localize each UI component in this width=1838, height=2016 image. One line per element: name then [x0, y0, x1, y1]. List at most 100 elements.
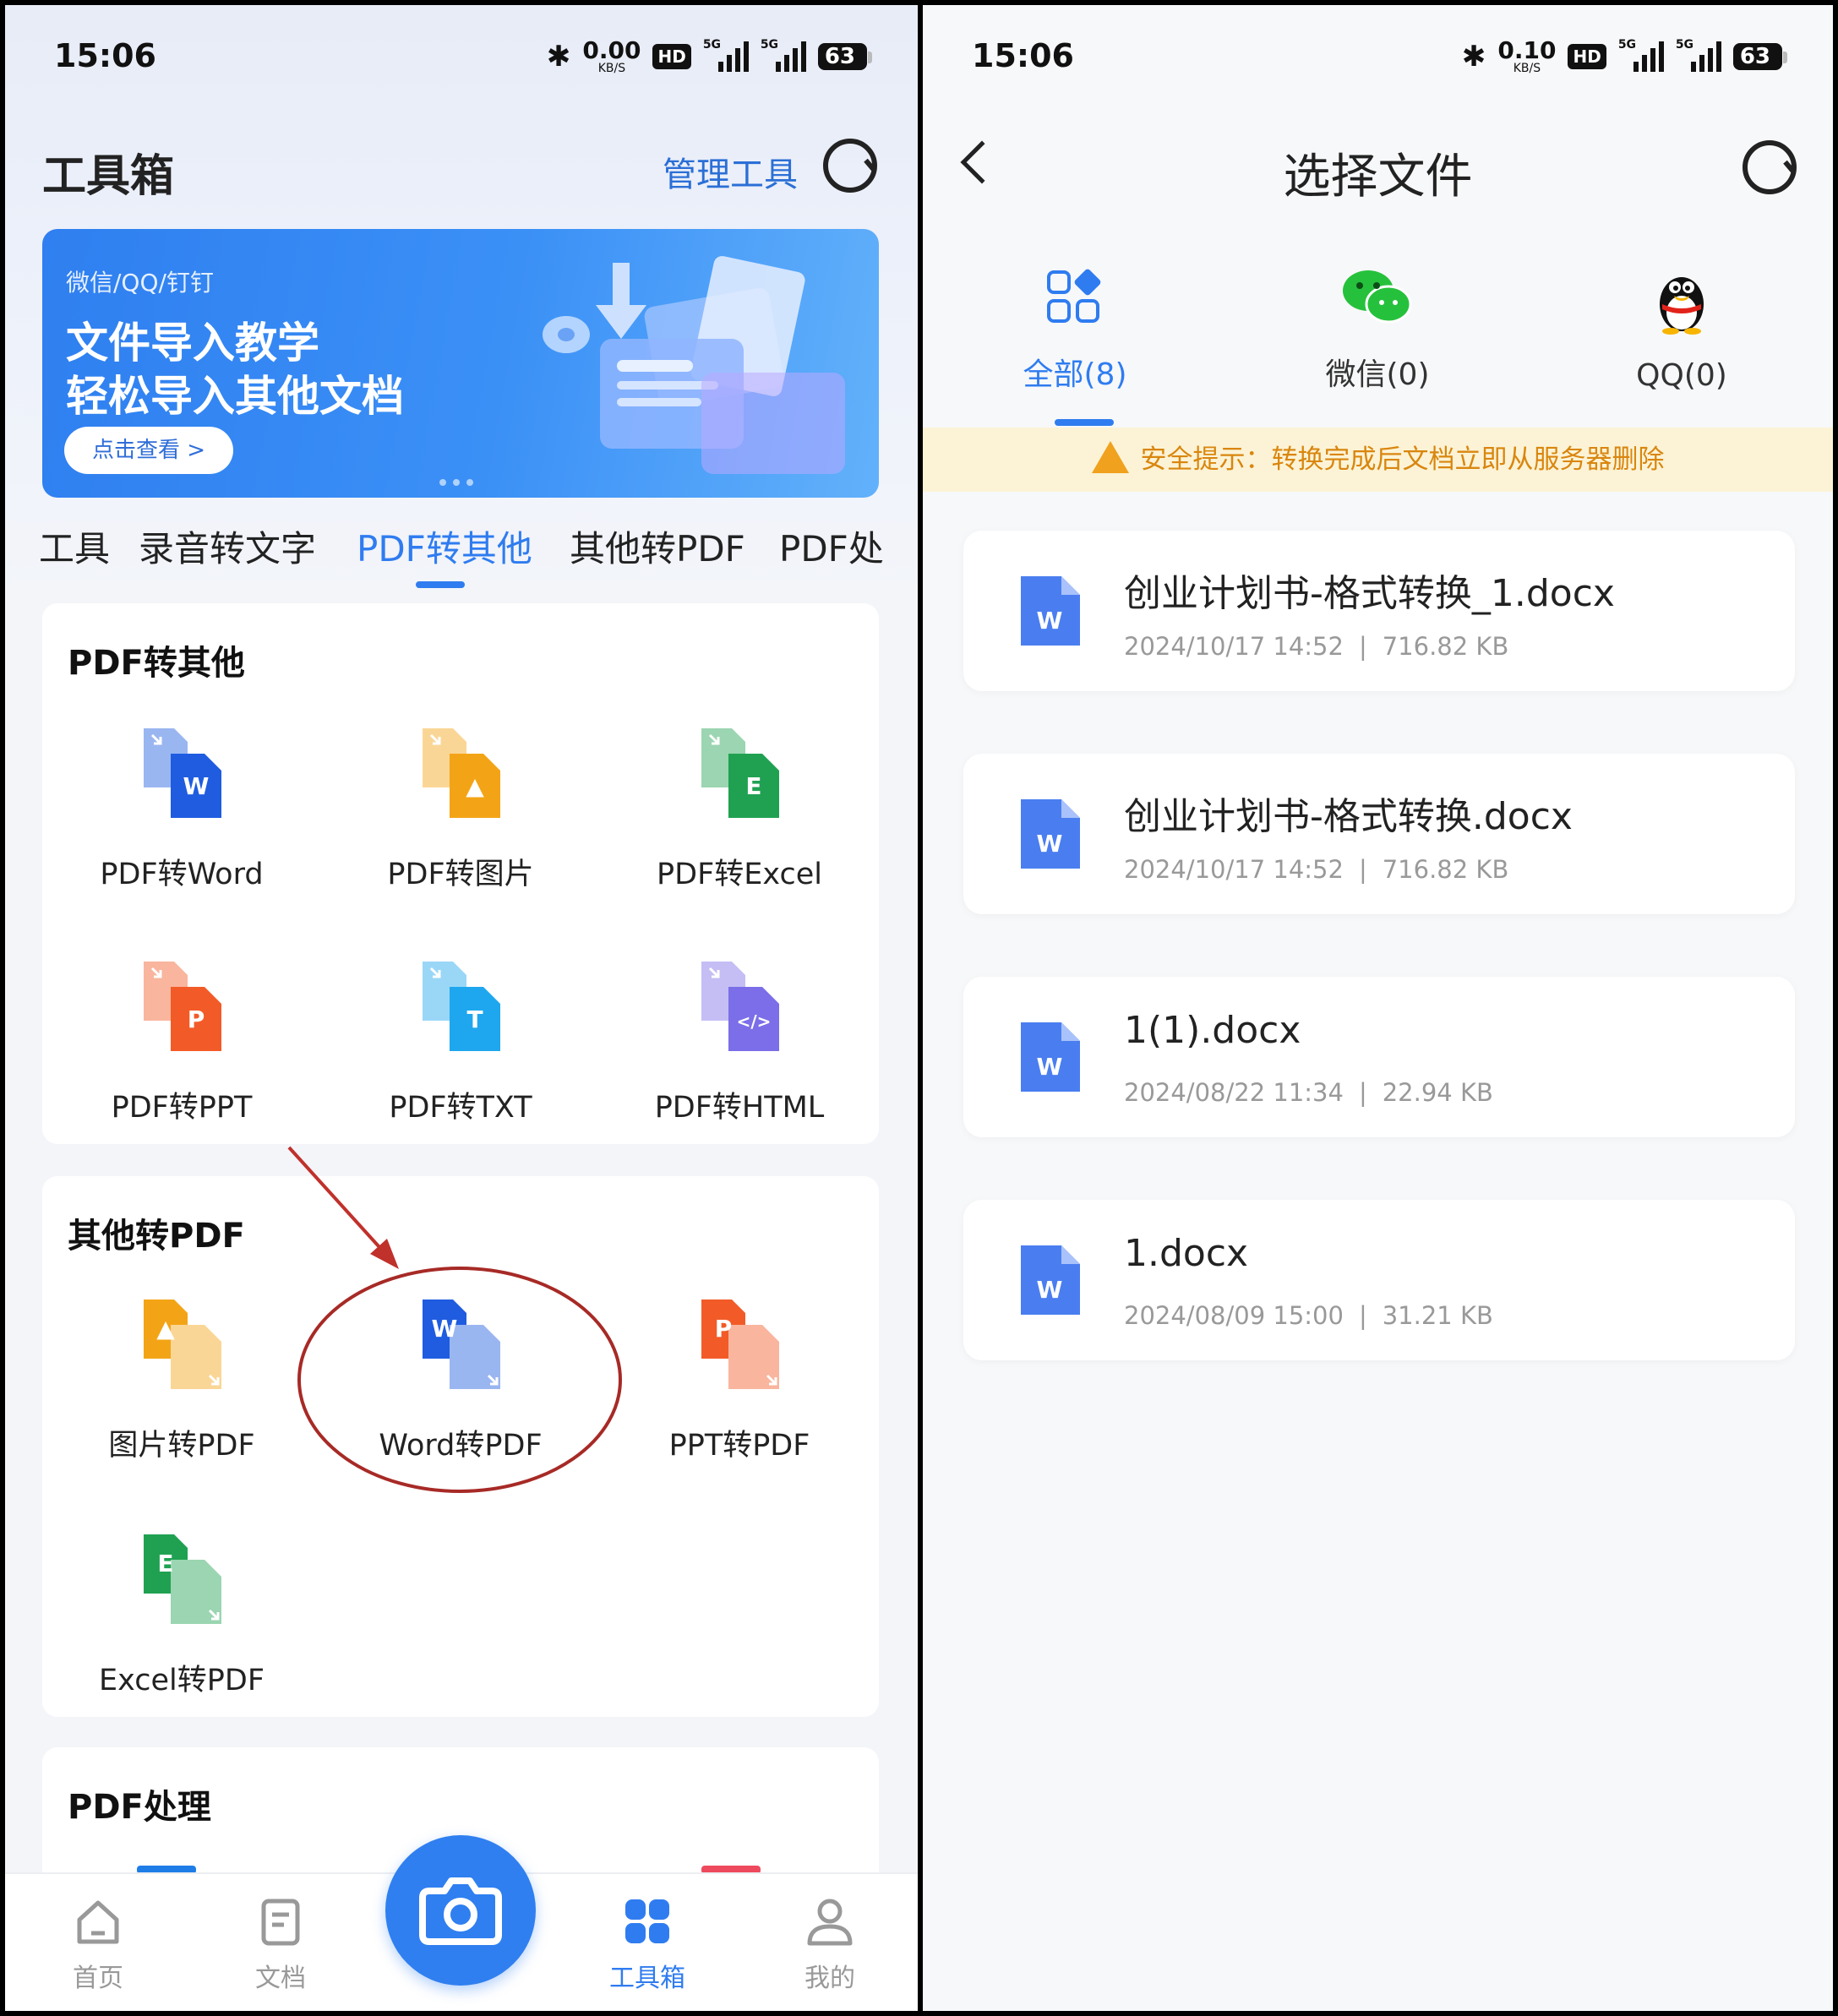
icon-badge: ▲ [466, 772, 484, 800]
icon-badge: W [183, 772, 210, 800]
page-title: 选择文件 [1283, 150, 1473, 204]
word-document-icon: W [1017, 1242, 1083, 1318]
bluetooth-icon: ✱ [546, 40, 571, 74]
source-tab-qq[interactable]: QQ(0) [1572, 267, 1792, 393]
pdf-to-html-icon-graphic: </> [701, 962, 779, 1051]
nav-documents[interactable]: 文档 [213, 1896, 348, 1994]
word-document-icon: W [1017, 573, 1083, 649]
tool-label: Excel转PDF [99, 1664, 265, 1697]
document-icon [261, 1899, 300, 1946]
tool-label: PDF转TXT [389, 1091, 532, 1125]
warning-icon [1091, 441, 1129, 473]
file-item[interactable]: W 1(1).docx 2024/08/22 11:34 | 22.94 KB [963, 977, 1795, 1137]
tab-label: 全部(8) [1023, 357, 1127, 392]
source-tab-wechat[interactable]: 微信(0) [1268, 267, 1487, 394]
manage-tools-link[interactable]: 管理工具 [663, 147, 798, 196]
wechat-icon [1343, 270, 1412, 324]
tab-other-to-pdf[interactable]: 其他转PDF [570, 520, 745, 572]
annotation-overlay [287, 1146, 622, 1493]
file-name: 创业计划书-格式转换.docx [1124, 795, 1573, 838]
tool-label: PDF转Excel [657, 858, 822, 891]
nav-label: 文档 [255, 1964, 306, 1993]
camera-button[interactable] [385, 1835, 536, 1986]
home-icon [77, 1900, 119, 1944]
file-item[interactable]: W 创业计划书-格式转换_1.docx 2024/10/17 14:52 | 716… [963, 531, 1795, 691]
word-document-icon: W [1017, 796, 1083, 872]
tool-label: PDF转PPT [111, 1091, 253, 1125]
signal-label: 5G [1675, 38, 1694, 52]
file-name: 1.docx [1124, 1232, 1249, 1275]
file-name: 1(1).docx [1124, 1009, 1301, 1052]
signal-label: 5G [1617, 38, 1637, 52]
nav-home[interactable]: 首页 [30, 1896, 166, 1994]
pdf-to-word-icon-graphic: W [144, 728, 221, 818]
pdf-to-html-icon: </> [695, 956, 788, 1058]
select-file-screen: 15:06 ✱ 0.10 KB/S HD 5G 5G 63 选择文件 全部(8) [923, 5, 1833, 2011]
tool-label: PDF转Word [100, 858, 264, 891]
tab-tools[interactable]: 工具 [39, 520, 110, 572]
word-document-icon: W [1017, 1019, 1083, 1095]
file-meta: 2024/08/09 15:00 | 31.21 KB [1124, 1301, 1493, 1330]
qq-penguin-icon [1660, 277, 1704, 335]
signal-icon: 5G [1617, 38, 1664, 72]
status-time: 15:06 [972, 37, 1074, 74]
category-tabs: 工具 录音转文字 PDF转其他 其他转PDF PDF处 [39, 520, 918, 588]
search-icon[interactable] [823, 139, 877, 193]
pdf-to-excel-icon: E [695, 723, 788, 825]
nav-toolbox[interactable]: 工具箱 [580, 1896, 715, 1994]
file-item[interactable]: W 1.docx 2024/08/09 15:00 | 31.21 KB [963, 1200, 1795, 1360]
tutorial-banner[interactable]: 微信/QQ/钉钉 文件导入教学 轻松导入其他文档 点击查看 > [42, 229, 879, 498]
network-speed: 0.00 KB/S [582, 39, 641, 75]
status-time: 15:06 [54, 37, 156, 74]
hd-badge: HD [1568, 44, 1606, 69]
icon-badge: </> [737, 1011, 772, 1032]
pdf-to-excel-icon-graphic: E [701, 728, 779, 818]
network-speed: 0.10 KB/S [1497, 39, 1556, 75]
doc-badge: W [1037, 1053, 1063, 1081]
file-meta: 2024/10/17 14:52 | 716.82 KB [1124, 855, 1508, 884]
signal-label: 5G [760, 38, 779, 52]
signal-icon: 5G [760, 38, 806, 72]
all-files-icon [1047, 269, 1101, 323]
pdf-to-word-icon: W [137, 723, 230, 825]
pdf-to-txt-icon-graphic: T [423, 962, 500, 1051]
battery-icon: 63 [817, 43, 873, 70]
search-icon[interactable] [1743, 140, 1797, 194]
file-date: 2024/08/09 15:00 [1124, 1301, 1344, 1330]
source-tab-all[interactable]: 全部(8) [965, 267, 1185, 394]
file-item[interactable]: W 创业计划书-格式转换.docx 2024/10/17 14:52 | 716.8… [963, 754, 1795, 914]
banner-subtitle: 微信/QQ/钉钉 [66, 269, 214, 297]
banner-title-line2: 轻松导入其他文档 [66, 372, 404, 421]
file-size: 22.94 KB [1382, 1078, 1493, 1107]
speed-unit: KB/S [1513, 62, 1541, 75]
tab-audio-to-text[interactable]: 录音转文字 [139, 520, 316, 572]
bluetooth-icon: ✱ [1461, 40, 1486, 74]
active-tab-indicator [1055, 419, 1114, 426]
banner-title-line1: 文件导入教学 [66, 319, 319, 368]
doc-badge: W [1037, 1276, 1063, 1304]
pdf-to-txt-icon: T [416, 956, 509, 1058]
file-size: 716.82 KB [1382, 632, 1509, 661]
tab-pdf-to-other[interactable]: PDF转其他 [357, 520, 532, 572]
tab-label: 微信(0) [1325, 357, 1430, 392]
pdf-to-ppt-icon: P [137, 956, 230, 1058]
doc-badge: W [1037, 607, 1063, 635]
nav-profile[interactable]: 我的 [762, 1896, 897, 1994]
word-doc-graphic: W [1021, 1245, 1080, 1315]
word-doc-graphic: W [1021, 576, 1080, 646]
annotation-arrow [287, 1146, 389, 1257]
tool-label: PDF转图片 [387, 858, 534, 891]
nav-label: 工具箱 [609, 1964, 685, 1993]
tool-label: PDF转HTML [654, 1091, 825, 1125]
signal-icon: 5G [1675, 38, 1721, 72]
file-date: 2024/10/17 14:52 [1124, 855, 1344, 884]
annotation-circle [297, 1267, 622, 1493]
word-doc-graphic: W [1021, 799, 1080, 869]
file-size: 31.21 KB [1382, 1301, 1493, 1330]
tab-pdf-processing[interactable]: PDF处 [779, 520, 884, 572]
excel-to-pdf-icon: E [137, 1529, 230, 1631]
icon-badge: E [745, 772, 761, 800]
banner-view-button[interactable]: 点击查看 > [64, 427, 233, 474]
meta-separator: | [1358, 855, 1367, 884]
pdf-to-ppt-icon-graphic: P [144, 962, 221, 1051]
